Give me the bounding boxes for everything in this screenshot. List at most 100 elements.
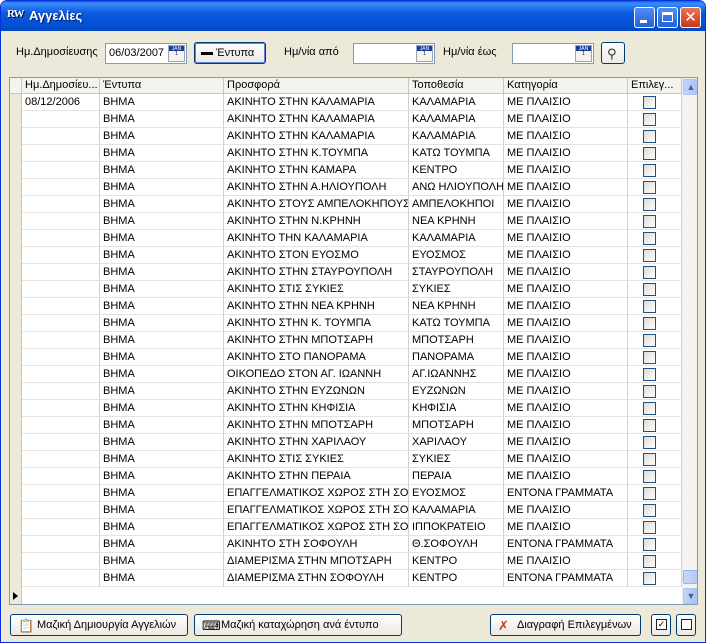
- cell-location[interactable]: ΚΑΛΑΜΑΡΙΑ: [409, 502, 504, 519]
- cell-location[interactable]: ΣΥΚΙΕΣ: [409, 451, 504, 468]
- cell-offer[interactable]: ΟΙΚΟΠΕΔΟ ΣΤΟΝ ΑΓ. ΙΩΑΝΝΗ: [224, 366, 409, 383]
- row-select-checkbox[interactable]: [643, 96, 656, 109]
- row-select-checkbox[interactable]: [643, 181, 656, 194]
- row-select-checkbox[interactable]: [643, 487, 656, 500]
- cell-pub-date[interactable]: [22, 230, 100, 247]
- cell-category[interactable]: ΜΕ ΠΛΑΙΣΙΟ: [504, 145, 628, 162]
- table-row[interactable]: ΒΗΜΑ ΑΚΙΝΗΤΟ ΣΤΗΝ ΚΑΜΑΡΑ ΚΕΝΤΡΟ ΜΕ ΠΛΑΙΣΙΟ: [22, 162, 682, 179]
- row-select-checkbox[interactable]: [643, 436, 656, 449]
- cell-location[interactable]: ΝΕΑ ΚΡΗΝΗ: [409, 298, 504, 315]
- cell-category[interactable]: ΜΕ ΠΛΑΙΣΙΟ: [504, 298, 628, 315]
- cell-offer[interactable]: ΑΚΙΝΗΤΟ ΣΤΟΥΣ ΑΜΠΕΛΟΚΗΠΟΥΣ: [224, 196, 409, 213]
- cell-location[interactable]: ΣΥΚΙΕΣ: [409, 281, 504, 298]
- cell-offer[interactable]: ΑΚΙΝΗΤΟ ΣΤΗΝ ΚΑΛΑΜΑΡΙΑ: [224, 111, 409, 128]
- cell-publication[interactable]: ΒΗΜΑ: [100, 264, 224, 281]
- table-row[interactable]: ΒΗΜΑ ΑΚΙΝΗΤΟ ΣΤΗΝ ΜΠΟΤΣΑΡΗ ΜΠΟΤΣΑΡΗ ΜΕ ΠΛΑΙ…: [22, 417, 682, 434]
- cell-offer[interactable]: ΑΚΙΝΗΤΟ ΣΤΙΣ ΣΥΚΙΕΣ: [224, 281, 409, 298]
- cell-offer[interactable]: ΑΚΙΝΗΤΟ ΣΤΗΝ ΧΑΡΙΛΑΟΥ: [224, 434, 409, 451]
- table-row[interactable]: ΒΗΜΑ ΑΚΙΝΗΤΟ ΣΤΗΝ Κ.ΤΟΥΜΠΑ ΚΑΤΩ ΤΟΥΜΠΑ ΜΕ Π…: [22, 145, 682, 162]
- cell-category[interactable]: ΜΕ ΠΛΑΙΣΙΟ: [504, 128, 628, 145]
- row-select-checkbox[interactable]: [643, 147, 656, 160]
- deselect-all-button[interactable]: [676, 614, 696, 636]
- row-select-checkbox[interactable]: [643, 419, 656, 432]
- cell-category[interactable]: ΕΝΤΟΝΑ ΓΡΑΜΜΑΤΑ: [504, 570, 628, 587]
- cell-category[interactable]: ΜΕ ΠΛΑΙΣΙΟ: [504, 502, 628, 519]
- cell-location[interactable]: ΕΥΖΩΝΩΝ: [409, 383, 504, 400]
- cell-offer[interactable]: ΑΚΙΝΗΤΟ ΣΤΗΝ Ν.ΚΡΗΝΗ: [224, 213, 409, 230]
- cell-category[interactable]: ΜΕ ΠΛΑΙΣΙΟ: [504, 553, 628, 570]
- minimize-button[interactable]: [634, 7, 655, 28]
- row-select-checkbox[interactable]: [643, 249, 656, 262]
- cell-offer[interactable]: ΑΚΙΝΗΤΟ ΣΤΗΝ ΜΠΟΤΣΑΡΗ: [224, 417, 409, 434]
- cell-publication[interactable]: ΒΗΜΑ: [100, 247, 224, 264]
- calendar-icon[interactable]: JAN 1: [416, 45, 433, 62]
- cell-offer[interactable]: ΕΠΑΓΓΕΛΜΑΤΙΚΟΣ ΧΩΡΟΣ ΣΤΗ ΣΟ...: [224, 519, 409, 536]
- row-select-checkbox[interactable]: [643, 402, 656, 415]
- cell-location[interactable]: ΧΑΡΙΛΑΟΥ: [409, 434, 504, 451]
- row-select-checkbox[interactable]: [643, 385, 656, 398]
- cell-category[interactable]: ΜΕ ΠΛΑΙΣΙΟ: [504, 332, 628, 349]
- cell-offer[interactable]: ΑΚΙΝΗΤΟ ΣΤΟ ΠΑΝΟΡΑΜΑ: [224, 349, 409, 366]
- cell-pub-date[interactable]: [22, 417, 100, 434]
- cell-category[interactable]: ΜΕ ΠΛΑΙΣΙΟ: [504, 315, 628, 332]
- col-header-category[interactable]: Κατηγορία: [504, 78, 628, 94]
- row-select-checkbox[interactable]: [643, 334, 656, 347]
- cell-publication[interactable]: ΒΗΜΑ: [100, 179, 224, 196]
- table-row[interactable]: ΒΗΜΑ ΑΚΙΝΗΤΟ ΣΤΗΝ ΜΠΟΤΣΑΡΗ ΜΠΟΤΣΑΡΗ ΜΕ ΠΛΑΙ…: [22, 332, 682, 349]
- table-row[interactable]: ΒΗΜΑ ΑΚΙΝΗΤΟ ΣΤΟΥΣ ΑΜΠΕΛΟΚΗΠΟΥΣ ΑΜΠΕΛΟΚΗΠΟ…: [22, 196, 682, 213]
- cell-pub-date[interactable]: [22, 247, 100, 264]
- cell-publication[interactable]: ΒΗΜΑ: [100, 366, 224, 383]
- cell-category[interactable]: ΜΕ ΠΛΑΙΣΙΟ: [504, 111, 628, 128]
- cell-location[interactable]: ΠΕΡΑΙΑ: [409, 468, 504, 485]
- cell-publication[interactable]: ΒΗΜΑ: [100, 111, 224, 128]
- table-row[interactable]: ΒΗΜΑ ΕΠΑΓΓΕΛΜΑΤΙΚΟΣ ΧΩΡΟΣ ΣΤΗ ΣΟ... ΕΥΟΣΜΟ…: [22, 485, 682, 502]
- table-row[interactable]: ΒΗΜΑ ΑΚΙΝΗΤΟ ΣΤΗΝ ΠΕΡΑΙΑ ΠΕΡΑΙΑ ΜΕ ΠΛΑΙΣΙΟ: [22, 468, 682, 485]
- cell-category[interactable]: ΜΕ ΠΛΑΙΣΙΟ: [504, 281, 628, 298]
- scroll-down-button[interactable]: ▼: [683, 588, 697, 604]
- table-row[interactable]: ΒΗΜΑ ΑΚΙΝΗΤΟ ΣΤΗΝ ΣΤΑΥΡΟΥΠΟΛΗ ΣΤΑΥΡΟΥΠΟΛΗ Μ…: [22, 264, 682, 281]
- cell-publication[interactable]: ΒΗΜΑ: [100, 162, 224, 179]
- row-select-checkbox[interactable]: [643, 453, 656, 466]
- row-select-checkbox[interactable]: [643, 266, 656, 279]
- row-select-checkbox[interactable]: [643, 538, 656, 551]
- cell-category[interactable]: ΜΕ ΠΛΑΙΣΙΟ: [504, 434, 628, 451]
- cell-category[interactable]: ΜΕ ΠΛΑΙΣΙΟ: [504, 179, 628, 196]
- cell-offer[interactable]: ΑΚΙΝΗΤΟ ΣΤΙΣ ΣΥΚΙΕΣ: [224, 451, 409, 468]
- table-row[interactable]: ΒΗΜΑ ΑΚΙΝΗΤΟ ΣΤΗΝ Κ. ΤΟΥΜΠΑ ΚΑΤΩ ΤΟΥΜΠΑ ΜΕ …: [22, 315, 682, 332]
- cell-category[interactable]: ΜΕ ΠΛΑΙΣΙΟ: [504, 383, 628, 400]
- cell-pub-date[interactable]: [22, 366, 100, 383]
- cell-publication[interactable]: ΒΗΜΑ: [100, 145, 224, 162]
- cell-offer[interactable]: ΔΙΑΜΕΡΙΣΜΑ ΣΤΗΝ ΜΠΟΤΣΑΡΗ: [224, 553, 409, 570]
- cell-category[interactable]: ΕΝΤΟΝΑ ΓΡΑΜΜΑΤΑ: [504, 536, 628, 553]
- cell-publication[interactable]: ΒΗΜΑ: [100, 315, 224, 332]
- cell-pub-date[interactable]: [22, 536, 100, 553]
- row-select-checkbox[interactable]: [643, 232, 656, 245]
- cell-pub-date[interactable]: [22, 315, 100, 332]
- cell-offer[interactable]: ΑΚΙΝΗΤΟ ΣΤΗΝ ΚΗΦΙΣΙΑ: [224, 400, 409, 417]
- row-select-checkbox[interactable]: [643, 300, 656, 313]
- cell-location[interactable]: ΚΗΦΙΣΙΑ: [409, 400, 504, 417]
- table-row[interactable]: ΒΗΜΑ ΔΙΑΜΕΡΙΣΜΑ ΣΤΗΝ ΜΠΟΤΣΑΡΗ ΚΕΝΤΡΟ ΜΕ ΠΛΑ…: [22, 553, 682, 570]
- cell-pub-date[interactable]: [22, 434, 100, 451]
- col-header-location[interactable]: Τοποθεσία: [409, 78, 504, 94]
- cell-publication[interactable]: ΒΗΜΑ: [100, 502, 224, 519]
- cell-offer[interactable]: ΑΚΙΝΗΤΟ ΣΤΗΝ ΚΑΛΑΜΑΡΙΑ: [224, 94, 409, 111]
- cell-offer[interactable]: ΑΚΙΝΗΤΟ ΣΤΗΝ Κ.ΤΟΥΜΠΑ: [224, 145, 409, 162]
- cell-location[interactable]: ΚΕΝΤΡΟ: [409, 162, 504, 179]
- row-select-checkbox[interactable]: [643, 164, 656, 177]
- cell-pub-date[interactable]: [22, 162, 100, 179]
- cell-location[interactable]: ΠΑΝΟΡΑΜΑ: [409, 349, 504, 366]
- cell-category[interactable]: ΜΕ ΠΛΑΙΣΙΟ: [504, 366, 628, 383]
- cell-pub-date[interactable]: [22, 264, 100, 281]
- cell-publication[interactable]: ΒΗΜΑ: [100, 468, 224, 485]
- cell-location[interactable]: ΚΑΤΩ ΤΟΥΜΠΑ: [409, 145, 504, 162]
- cell-offer[interactable]: ΕΠΑΓΓΕΛΜΑΤΙΚΟΣ ΧΩΡΟΣ ΣΤΗ ΣΟ...: [224, 502, 409, 519]
- cell-category[interactable]: ΜΕ ΠΛΑΙΣΙΟ: [504, 213, 628, 230]
- cell-location[interactable]: ΚΑΛΑΜΑΡΙΑ: [409, 230, 504, 247]
- cell-pub-date[interactable]: [22, 298, 100, 315]
- cell-pub-date[interactable]: [22, 485, 100, 502]
- table-row[interactable]: ΒΗΜΑ ΔΙΑΜΕΡΙΣΜΑ ΣΤΗΝ ΣΟΦΟΥΛΗ ΚΕΝΤΡΟ ΕΝΤΟΝΑ …: [22, 570, 682, 587]
- cell-location[interactable]: ΚΑΛΑΜΑΡΙΑ: [409, 94, 504, 111]
- row-select-checkbox[interactable]: [643, 113, 656, 126]
- cell-location[interactable]: ΚΑΤΩ ΤΟΥΜΠΑ: [409, 315, 504, 332]
